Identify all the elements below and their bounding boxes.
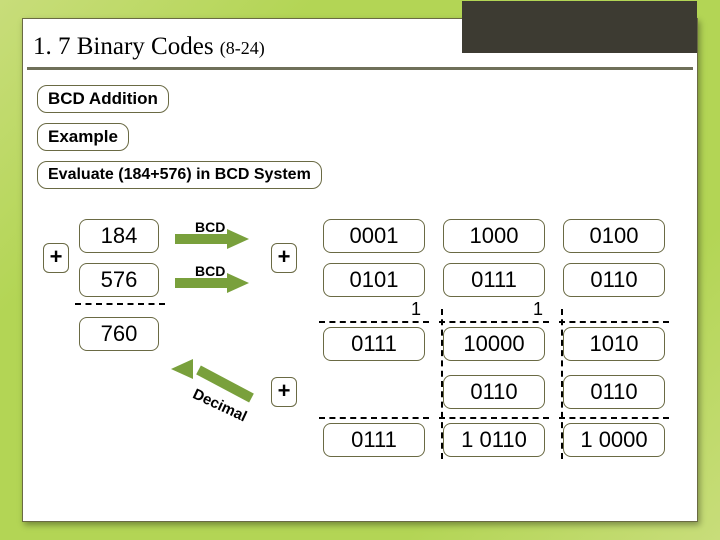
r3c2: 10000	[443, 327, 545, 361]
plus-bcd-1: +	[271, 243, 297, 273]
r2c2: 0111	[443, 263, 545, 297]
arrow-2-head	[227, 273, 249, 293]
vcarry-2	[561, 309, 563, 459]
arrow-1-head	[227, 229, 249, 249]
title-accent-box	[462, 1, 697, 53]
title-underline	[27, 67, 693, 70]
title-main: 1. 7 Binary Codes	[33, 33, 220, 60]
r5c3: 1 0000	[563, 423, 665, 457]
label-problem: Evaluate (184+576) in BCD System	[37, 161, 322, 189]
carry-2: 1	[533, 299, 543, 320]
arrow-1-stem	[175, 234, 227, 244]
dec-b: 576	[79, 263, 159, 297]
r2c1: 0101	[323, 263, 425, 297]
r3c1: 0111	[323, 327, 425, 361]
title-row: 1. 7 Binary Codes (8-24)	[23, 19, 697, 67]
slide-title: 1. 7 Binary Codes (8-24)	[33, 33, 265, 61]
title-sub: (8-24)	[220, 38, 265, 58]
dec-sep	[75, 303, 165, 305]
r1c1: 0001	[323, 219, 425, 253]
vcarry-1	[441, 309, 443, 459]
label-example: Example	[37, 123, 129, 151]
carry-1: 1	[411, 299, 421, 320]
dec-sum: 760	[79, 317, 159, 351]
r4c3: 0110	[563, 375, 665, 409]
r1c2: 1000	[443, 219, 545, 253]
r4c2: 0110	[443, 375, 545, 409]
slide: 1. 7 Binary Codes (8-24) BCD Addition Ex…	[22, 18, 698, 522]
sep-r5-c1	[319, 417, 429, 419]
sep-r3-c3	[559, 321, 669, 323]
sep-r5-c3	[559, 417, 669, 419]
label-bcd-addition: BCD Addition	[37, 85, 169, 113]
plus-bcd-2: +	[271, 377, 297, 407]
r2c3: 0110	[563, 263, 665, 297]
arrow-2-stem	[175, 278, 227, 288]
r1c3: 0100	[563, 219, 665, 253]
sep-r5-c2	[439, 417, 549, 419]
r5c1: 0111	[323, 423, 425, 457]
plus-dec: +	[43, 243, 69, 273]
sep-r3-c1	[319, 321, 429, 323]
dec-a: 184	[79, 219, 159, 253]
arrow-dec-head	[171, 359, 193, 379]
bcd-label-2: BCD	[195, 263, 225, 279]
bcd-label-1: BCD	[195, 219, 225, 235]
r3c3: 1010	[563, 327, 665, 361]
r5c2: 1 0110	[443, 423, 545, 457]
sep-r3-c2	[439, 321, 549, 323]
